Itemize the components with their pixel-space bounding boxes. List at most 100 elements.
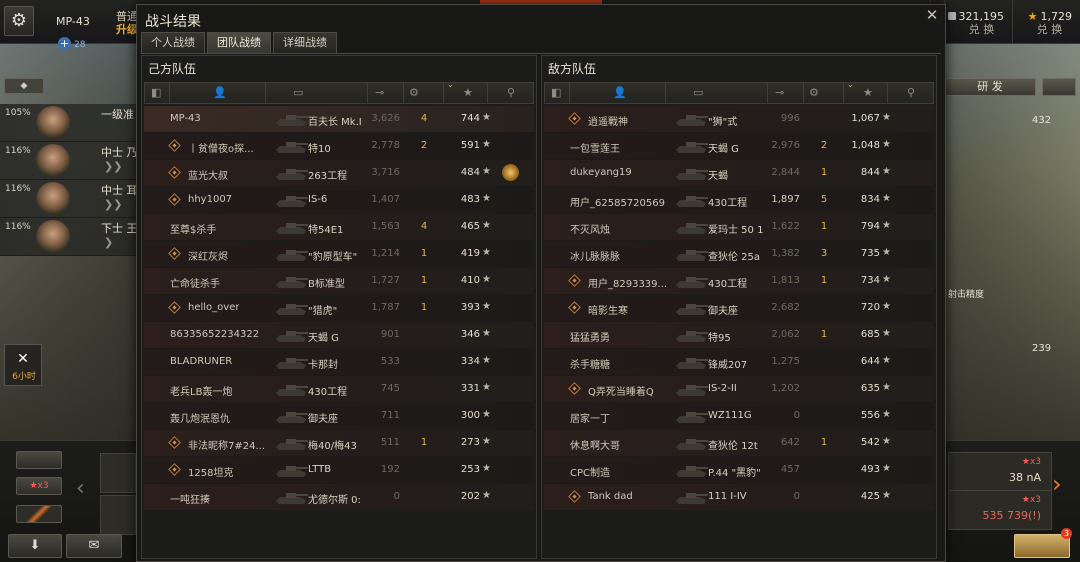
player-row[interactable]: 86335652234322 天蝎 G 901 346 ★ xyxy=(144,322,534,349)
medal-column-icon[interactable]: ⚲ xyxy=(507,86,515,99)
player-name[interactable]: 一包雪莲王 xyxy=(570,140,620,155)
player-name[interactable]: 深红灰烬 xyxy=(188,248,228,263)
vehicle-column-icon[interactable]: ▭ xyxy=(693,86,703,99)
carousel-tank-slot[interactable] xyxy=(100,495,136,535)
notifications-button[interactable] xyxy=(1014,534,1070,558)
tab-personal[interactable]: 个人战绩 xyxy=(141,32,205,53)
player-row[interactable]: 居家一丁 WZ111G 0 556 ★ xyxy=(544,403,934,430)
player-row[interactable]: 用户_8293339... 430工程 1,813 1 734 ★ xyxy=(544,268,934,295)
player-name[interactable]: 至尊$杀手 xyxy=(170,221,216,236)
player-name[interactable]: hello_over xyxy=(188,302,239,313)
vehicle-column-icon[interactable]: ▭ xyxy=(293,86,303,99)
player-name[interactable]: 用户_62585720569 xyxy=(570,194,665,209)
kills-column-icon[interactable]: ⚙ xyxy=(409,86,419,99)
research-button[interactable]: 研 发 xyxy=(944,78,1036,96)
player-name[interactable]: 蓝光大叔 xyxy=(188,167,228,182)
player-name[interactable]: 1258坦克 xyxy=(188,464,233,479)
player-name[interactable]: 轰几炮泯恩仇 xyxy=(170,410,230,425)
carousel-filter-star-button[interactable]: ★x3 xyxy=(16,477,62,495)
player-name[interactable]: Q弄死当睡着Q xyxy=(588,383,654,398)
xp-column-icon[interactable]: ★ xyxy=(863,86,873,99)
player-name[interactable]: 冰儿脉脉脉 xyxy=(570,248,620,263)
crew-member[interactable]: 105% 一级准 xyxy=(0,104,136,142)
booster-timer[interactable]: ✕ 6小时 xyxy=(4,344,42,386)
player-row[interactable]: MP-43 百夫长 Mk.I 3,626 4 744 ★ xyxy=(144,106,534,133)
player-row[interactable]: 暗影生寒 御夫座 2,682 720 ★ xyxy=(544,295,934,322)
tech-tree-button[interactable] xyxy=(1042,78,1076,96)
close-icon[interactable]: ✕ xyxy=(925,8,939,23)
player-name[interactable]: hhy1007 xyxy=(188,194,232,205)
player-row[interactable]: 休息啊大哥 查狄伦 12t 642 1 542 ★ xyxy=(544,430,934,457)
medal-badge-icon[interactable] xyxy=(502,164,519,181)
player-row[interactable]: hhy1007 IS-6 1,407 483 ★ xyxy=(144,187,534,214)
player-row[interactable]: BLADRUNER 卡那封 533 334 ★ xyxy=(144,349,534,376)
crew-member[interactable]: 116% 下士 王 ❯ xyxy=(0,218,138,256)
player-column-icon[interactable]: 👤 xyxy=(213,86,227,99)
carousel-filter-premium-button[interactable] xyxy=(16,505,62,523)
player-column-icon[interactable]: 👤 xyxy=(613,86,627,99)
player-name[interactable]: 亡命徒杀手 xyxy=(170,275,220,290)
carousel-tank-slot-right[interactable]: ★x3 535 739(!) xyxy=(948,490,1052,530)
player-row[interactable]: 丨贫僧夜o探... 特10 2,778 2 591 ★ xyxy=(144,133,534,160)
player-name[interactable]: 非法昵称7#24... xyxy=(188,437,265,452)
player-row[interactable]: CPC制造 P.44 "黑豹" 457 493 ★ xyxy=(544,457,934,484)
chat-button[interactable]: ✉ xyxy=(66,534,122,558)
player-row[interactable]: 用户_62585720569 430工程 1,897 5 834 ★ xyxy=(544,187,934,214)
crew-member[interactable]: 116% 中士 乃 ❯❯ xyxy=(0,142,138,180)
free-xp-indicator[interactable]: +28 xyxy=(58,37,85,50)
platoon-column-icon[interactable]: ◧ xyxy=(151,86,161,99)
player-row[interactable]: 不灭风烛 爱玛士 50 1 1,622 1 794 ★ xyxy=(544,214,934,241)
player-name[interactable]: 逍遥戰神 xyxy=(588,113,628,128)
player-row[interactable]: 深红灰烬 "豹原型车" 1,214 1 419 ★ xyxy=(144,241,534,268)
carousel-right-arrow-icon[interactable]: › xyxy=(1052,470,1062,498)
player-row[interactable]: 一包雪莲王 天蝎 G 2,976 2 1,048 ★ xyxy=(544,133,934,160)
player-name[interactable]: 暗影生寒 xyxy=(588,302,628,317)
player-row[interactable]: 老兵LB轰一炮 430工程 745 331 ★ xyxy=(144,376,534,403)
player-name[interactable]: 杀手糖糖 xyxy=(570,356,610,371)
player-name[interactable]: MP-43 xyxy=(170,113,201,124)
damage-column-icon[interactable]: ⊸ xyxy=(775,86,784,99)
battle-mode-label[interactable]: 普通 升级 xyxy=(116,10,138,36)
player-row[interactable]: hello_over "猎虎" 1,787 1 393 ★ xyxy=(144,295,534,322)
tab-team[interactable]: 团队战绩 xyxy=(207,32,271,53)
carousel-filter-tank-button[interactable] xyxy=(16,451,62,469)
carousel-left-arrow-icon[interactable]: ‹ xyxy=(76,476,85,501)
player-name[interactable]: 猛猛勇勇 xyxy=(570,329,610,344)
player-name[interactable]: 一吨狂揍 xyxy=(170,491,210,506)
medal-column-icon[interactable]: ⚲ xyxy=(907,86,915,99)
tab-details[interactable]: 详细战绩 xyxy=(273,32,337,53)
player-name[interactable]: 86335652234322 xyxy=(170,329,259,340)
crew-member[interactable]: 116% 中士 耳 ❯❯ xyxy=(0,180,138,218)
player-row[interactable]: 猛猛勇勇 特95 2,062 1 685 ★ xyxy=(544,322,934,349)
player-name[interactable]: CPC制造 xyxy=(570,464,610,479)
player-row[interactable]: 冰儿脉脉脉 查狄伦 25a 1,382 3 735 ★ xyxy=(544,241,934,268)
player-row[interactable]: 杀手糖糖 锋威207 1,275 644 ★ xyxy=(544,349,934,376)
player-name[interactable]: dukeyang19 xyxy=(570,167,632,178)
carousel-tank-slot[interactable] xyxy=(100,453,136,493)
platoon-column-icon[interactable]: ◧ xyxy=(551,86,561,99)
player-row[interactable]: 轰几炮泯恩仇 御夫座 711 300 ★ xyxy=(144,403,534,430)
player-row[interactable]: 亡命徒杀手 B标准型 1,727 1 410 ★ xyxy=(144,268,534,295)
player-row[interactable]: 至尊$杀手 特54E1 1,563 4 465 ★ xyxy=(144,214,534,241)
player-name[interactable]: 用户_8293339... xyxy=(588,275,667,290)
res-gold[interactable]: ★ 1,729 兑 换 xyxy=(1012,0,1080,44)
player-row[interactable]: 逍遥戰神 "狮"式 996 1,067 ★ xyxy=(544,106,934,133)
player-row[interactable]: Tank dad 111 I-IV 0 425 ★ xyxy=(544,484,934,511)
player-row[interactable]: 非法昵称7#24... 梅40/梅43 511 1 273 ★ xyxy=(144,430,534,457)
player-row[interactable]: Q弄死当睡着Q IS-2-II 1,202 635 ★ xyxy=(544,376,934,403)
settings-gear-icon[interactable]: ⚙ xyxy=(4,6,34,36)
player-name[interactable]: BLADRUNER xyxy=(170,356,232,367)
player-name[interactable]: 不灭风烛 xyxy=(570,221,610,236)
player-row[interactable]: 蓝光大叔 263工程 3,716 484 ★ xyxy=(144,160,534,187)
player-name[interactable]: Tank dad xyxy=(588,491,633,502)
player-row[interactable]: 一吨狂揍 尤德尔斯 0: 0 202 ★ xyxy=(144,484,534,511)
damage-column-icon[interactable]: ⊸ xyxy=(375,86,384,99)
carousel-tank-slot-right[interactable]: ★x3 38 nA xyxy=(948,452,1052,492)
crew-toggle-button[interactable]: ◆ xyxy=(4,78,44,94)
player-name[interactable]: 休息啊大哥 xyxy=(570,437,620,452)
player-row[interactable]: 1258坦克 LTTB 192 253 ★ xyxy=(144,457,534,484)
player-name[interactable]: 老兵LB轰一炮 xyxy=(170,383,232,398)
player-name[interactable]: 丨贫僧夜o探... xyxy=(188,140,254,155)
res-silver[interactable]: 321,195 兑 换 xyxy=(944,0,1012,44)
kills-column-icon[interactable]: ⚙ xyxy=(809,86,819,99)
